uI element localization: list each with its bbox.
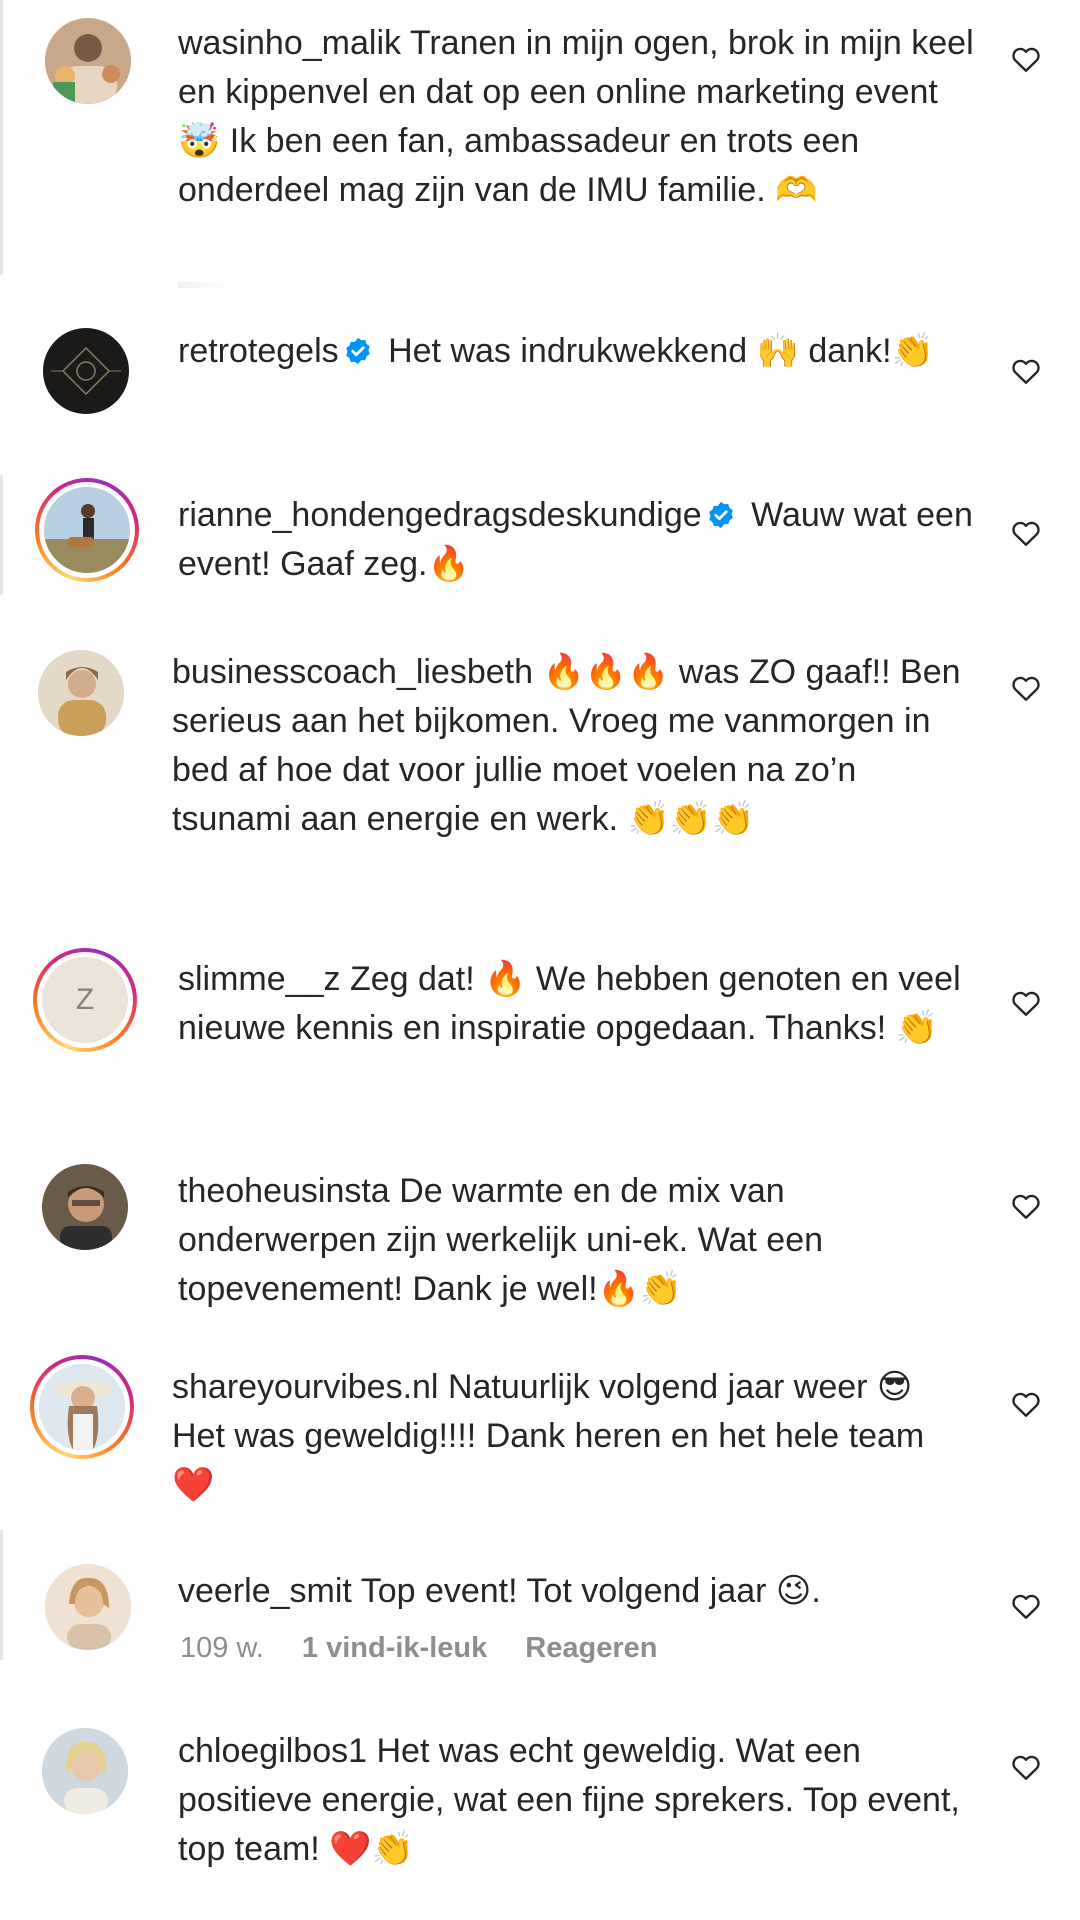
likes-count-link[interactable]: 1 vind-ik-leuk	[302, 1632, 487, 1664]
left-divider	[0, 0, 3, 275]
left-divider	[0, 475, 3, 595]
comment-text: wasinho_malik Tranen in mijn ogen, brok …	[178, 19, 978, 215]
verified-badge-icon	[343, 336, 373, 366]
heart-icon[interactable]	[1009, 671, 1043, 705]
comment-username[interactable]: businesscoach_liesbeth	[172, 653, 533, 691]
comment-username[interactable]: retrotegels	[178, 332, 339, 370]
comment-username[interactable]: veerle_smit	[178, 1572, 352, 1610]
heart-icon[interactable]	[1009, 1750, 1043, 1784]
comment-username[interactable]: shareyourvibes.nl	[172, 1368, 438, 1406]
avatar-letter: Z	[75, 983, 95, 1016]
comment-text: businesscoach_liesbeth 🔥🔥🔥 was ZO gaaf!!…	[172, 648, 972, 844]
comment-username[interactable]: chloegilbos1	[178, 1732, 367, 1770]
story-ring[interactable]	[30, 1355, 134, 1459]
comment-text: retrotegels Het was indrukwekkend 🙌 dank…	[178, 327, 978, 376]
retrotegels-logo-avatar[interactable]	[43, 328, 129, 414]
comment-text: veerle_smit Top event! Tot volgend jaar …	[178, 1567, 978, 1616]
story-ring[interactable]	[35, 478, 139, 582]
comment-username[interactable]: theoheusinsta	[178, 1172, 390, 1210]
comment-username[interactable]: wasinho_malik	[178, 24, 401, 62]
heart-icon[interactable]	[1009, 986, 1043, 1020]
man-portrait-avatar[interactable]	[42, 1164, 128, 1250]
person-group-avatar[interactable]	[45, 18, 131, 104]
comment-text: rianne_hondengedragsdeskundige Wauw wat …	[178, 491, 978, 589]
comment-text: shareyourvibes.nl Natuurlijk volgend jaa…	[172, 1363, 972, 1510]
story-ring[interactable]: Z	[33, 948, 137, 1052]
comment-username[interactable]: slimme__z	[178, 960, 340, 998]
divider-mark	[178, 282, 238, 288]
heart-icon[interactable]	[1009, 1387, 1043, 1421]
reply-button[interactable]: Reageren	[525, 1632, 657, 1664]
comment-text: chloegilbos1 Het was echt geweldig. Wat …	[178, 1727, 978, 1874]
comment-body: Top event! Tot volgend jaar 😉.	[360, 1572, 821, 1610]
woman-portrait-avatar[interactable]	[42, 1728, 128, 1814]
comment-age: 109 w.	[180, 1632, 264, 1664]
heart-icon[interactable]	[1009, 1589, 1043, 1623]
heart-icon[interactable]	[1009, 1189, 1043, 1223]
heart-icon[interactable]	[1009, 42, 1043, 76]
verified-badge-icon	[706, 500, 736, 530]
woman-hat-avatar[interactable]	[39, 1364, 125, 1450]
comment-username[interactable]: rianne_hondengedragsdeskundige	[178, 496, 702, 534]
woman-portrait-avatar[interactable]	[38, 650, 124, 736]
person-with-dog-avatar[interactable]	[44, 487, 130, 573]
comment-text: slimme__z Zeg dat! 🔥 We hebben genoten e…	[178, 955, 978, 1053]
left-divider	[0, 1530, 3, 1660]
letter-z-avatar[interactable]: Z	[42, 957, 128, 1043]
woman-portrait-avatar[interactable]	[45, 1564, 131, 1650]
heart-icon[interactable]	[1009, 354, 1043, 388]
comment-meta: 109 w. 1 vind-ik-leuk Reageren	[180, 1632, 687, 1665]
comment-text: theoheusinsta De warmte en de mix van on…	[178, 1167, 978, 1314]
comment-body: Het was indrukwekkend 🙌 dank!👏	[388, 332, 934, 370]
heart-icon[interactable]	[1009, 516, 1043, 550]
